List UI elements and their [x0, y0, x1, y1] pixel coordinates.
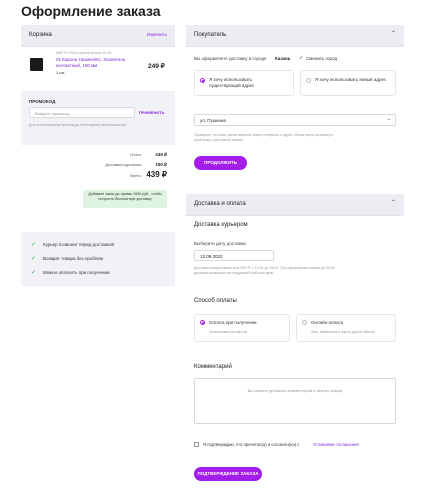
- date-note: Доставка осуществляется в ПН-ПТ с 12:00 …: [194, 266, 335, 275]
- buyer-body: Вы оформляете доставку в городе Казань ➶…: [186, 47, 404, 183]
- online-payment-sub: Visa, Mastercard и карты других банков: [311, 330, 375, 334]
- check-icon: ✓: [31, 270, 37, 276]
- product-name[interactable]: 01 Корона Huawei/etc. Усилитель контактн…: [56, 57, 146, 69]
- delivery-header[interactable]: Доставка и оплата ⌃: [186, 194, 404, 216]
- promo-title: ПРОМОКОД: [29, 99, 56, 104]
- date-label: Выберите дату доставки:: [194, 241, 247, 246]
- delivery-cost-label: Доставка курьером:: [105, 162, 142, 167]
- new-address-label: Я хочу использовать новый адрес: [315, 77, 387, 82]
- continue-button[interactable]: ПРОДОЛЖИТЬ: [194, 156, 247, 170]
- chevron-up-icon[interactable]: ⌃: [391, 30, 396, 37]
- comment-textarea[interactable]: Вы можете добавить комментарий к своему …: [194, 378, 396, 424]
- delivery-title: Доставка и оплата: [194, 201, 246, 207]
- free-delivery-text: Добавьте заказ до суммы 1000 руб., чтобы…: [88, 192, 162, 201]
- buyer-note: Проверьте, что ваш указан верный номер т…: [194, 133, 334, 142]
- benefits-panel: ✓ Курьер позвонит перед доставкой ✓ Возв…: [21, 232, 175, 286]
- address-select[interactable]: ул. Пушкина ⌄: [194, 114, 396, 126]
- radio-online-payment[interactable]: [302, 320, 307, 325]
- existing-address-option[interactable]: Я хочу использовать существующий адрес: [194, 70, 294, 96]
- pay-on-delivery-sub: Наличными или картой: [209, 330, 247, 334]
- new-address-option[interactable]: Я хочу использовать новый адрес: [300, 70, 396, 96]
- address-value: ул. Пушкина: [200, 118, 226, 123]
- promo-section: ПРОМОКОД Введите промокод ПРИМЕНИТЬ Для …: [21, 91, 175, 145]
- product-qty: 1 шт.: [56, 70, 66, 75]
- promo-placeholder: Введите промокод: [35, 111, 70, 116]
- comment-placeholder: Вы можете добавить комментарий к своему …: [247, 388, 343, 393]
- continue-label: ПРОДОЛЖИТЬ: [204, 160, 237, 165]
- agreement-link[interactable]: Условиями соглашения: [313, 442, 359, 447]
- city-name: Казань: [275, 56, 291, 61]
- free-delivery-note: Добавьте заказ до суммы 1000 руб., чтобы…: [83, 190, 167, 208]
- delivery-date-input[interactable]: 12.09.2022: [194, 250, 274, 261]
- page-title: Оформление заказа: [21, 3, 161, 19]
- benefit-item: Можно оплатить при получении: [43, 270, 110, 275]
- payment-title: Способ оплаты: [194, 298, 237, 304]
- buyer-header[interactable]: Покупатель ⌃: [186, 25, 404, 47]
- delivery-body: Доставка курьером Выберите дату доставки…: [186, 216, 404, 494]
- online-payment-label: Онлайн-оплата: [311, 320, 344, 325]
- cart-header: Корзина Изменить: [21, 25, 175, 47]
- confirm-order-label: ПОДТВЕРЖДЕНИЕ ЗАКАЗА: [197, 471, 259, 476]
- check-icon: ✓: [31, 242, 37, 248]
- check-icon: ✓: [31, 256, 37, 262]
- existing-address-label: Я хочу использовать существующий адрес: [209, 77, 255, 88]
- radio-existing[interactable]: [200, 78, 205, 83]
- chevron-up-icon[interactable]: ⌃: [391, 199, 396, 206]
- product-code: MSFT.H.Plvl.Kорзина.Белые.15-19: [56, 51, 112, 55]
- delivery-cost-value: 190 ₽: [155, 162, 167, 167]
- pay-on-delivery-label: Оплата при получении: [209, 320, 257, 325]
- buyer-title: Покупатель: [194, 32, 227, 38]
- buyer-panel: Покупатель ⌃ Вы оформляете доставку в го…: [186, 25, 404, 183]
- pay-on-delivery-option[interactable]: Оплата при получении Наличными или карто…: [194, 314, 290, 342]
- online-payment-option[interactable]: Онлайн-оплата Visa, Mastercard и карты д…: [296, 314, 396, 342]
- city-text: Вы оформляете доставку в городе: [194, 56, 267, 61]
- cart-panel: Корзина Изменить MSFT.H.Plvl.Kорзина.Бел…: [21, 25, 175, 217]
- total-value: 439 ₽: [146, 170, 167, 179]
- product-image[interactable]: [30, 58, 43, 71]
- cart-body: MSFT.H.Plvl.Kорзина.Белые.15-19 01 Корон…: [21, 47, 175, 217]
- delivery-method-title: Доставка курьером: [194, 222, 248, 228]
- radio-pay-on-delivery[interactable]: [200, 320, 205, 325]
- confirm-order-button[interactable]: ПОДТВЕРЖДЕНИЕ ЗАКАЗА: [194, 467, 262, 481]
- promo-hint: Для использования промокода необходима а…: [29, 123, 127, 127]
- cart-edit-link[interactable]: Изменить: [147, 32, 167, 37]
- promo-input[interactable]: Введите промокод: [29, 107, 135, 118]
- benefit-item: Курьер позвонит перед доставкой: [43, 242, 115, 247]
- cart-title: Корзина: [29, 32, 52, 38]
- date-value: 12.09.2022: [200, 254, 223, 259]
- delivery-panel: Доставка и оплата ⌃ Доставка курьером Вы…: [186, 194, 404, 494]
- subtotal-value: 249 ₽: [155, 152, 167, 157]
- comment-title: Комментарий: [194, 364, 232, 370]
- total-label: Всего:: [130, 173, 142, 178]
- agree-text: Я подтверждаю, что прочитал(а) и согласе…: [203, 442, 300, 447]
- product-price: 249 ₽: [148, 63, 165, 70]
- radio-new[interactable]: [306, 78, 311, 83]
- chevron-down-icon: ⌄: [386, 116, 391, 122]
- promo-apply-button[interactable]: ПРИМЕНИТЬ: [139, 110, 165, 115]
- agree-checkbox[interactable]: [194, 442, 199, 447]
- location-icon: ➶: [299, 55, 304, 61]
- benefit-item: Возврат товара без проблем: [43, 256, 104, 261]
- change-city-link[interactable]: Сменить город: [306, 56, 337, 61]
- subtotal-label: Итого:: [130, 152, 142, 157]
